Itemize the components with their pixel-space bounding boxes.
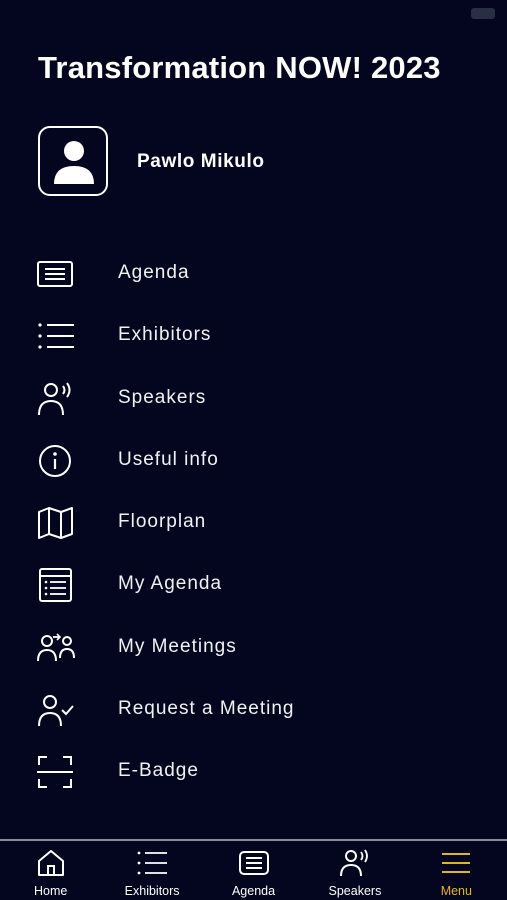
info-icon bbox=[39, 444, 71, 477]
tab-label: Home bbox=[34, 884, 68, 898]
menu-item-exhibitors[interactable]: Exhibitors bbox=[0, 305, 507, 367]
scan-icon bbox=[37, 756, 73, 789]
tab-agenda[interactable]: Agenda bbox=[203, 841, 304, 900]
tab-speakers[interactable]: Speakers bbox=[304, 841, 405, 900]
menu-item-label: My Agenda bbox=[118, 573, 223, 595]
menu-item-floorplan[interactable]: Floorplan bbox=[0, 492, 507, 554]
tab-label: Agenda bbox=[231, 884, 276, 898]
menu-icon bbox=[442, 853, 471, 873]
menu-item-my-agenda[interactable]: My Agenda bbox=[0, 554, 507, 616]
tab-label: Exhibitors bbox=[124, 884, 180, 898]
list-icon bbox=[137, 851, 168, 875]
profile-name: Pawlo Mikulo bbox=[137, 151, 265, 172]
tab-menu[interactable]: Menu bbox=[406, 841, 507, 900]
map-icon bbox=[38, 507, 73, 540]
status-bar bbox=[0, 0, 507, 28]
menu-item-agenda[interactable]: Agenda bbox=[0, 243, 507, 305]
meetings-icon bbox=[37, 633, 75, 661]
agenda-icon bbox=[238, 851, 269, 875]
tab-label: Menu bbox=[440, 884, 472, 898]
menu-item-label: Floorplan bbox=[118, 511, 207, 533]
speaker-icon bbox=[339, 849, 368, 877]
profile-card[interactable]: Pawlo Mikulo bbox=[38, 126, 478, 200]
menu-item-label: Exhibitors bbox=[118, 324, 212, 346]
menu-item-label: My Meetings bbox=[118, 635, 237, 657]
tab-exhibitors[interactable]: Exhibitors bbox=[101, 841, 202, 900]
menu-item-request-meeting[interactable]: Request a Meeting bbox=[0, 679, 507, 741]
menu-item-useful-info[interactable]: Useful info bbox=[0, 430, 507, 492]
home-icon bbox=[37, 850, 64, 876]
tab-home[interactable]: Home bbox=[0, 841, 101, 900]
request-meeting-icon bbox=[38, 695, 74, 727]
page-title: Transformation NOW! 2023 bbox=[38, 50, 441, 85]
battery-icon bbox=[471, 8, 495, 19]
my-agenda-icon bbox=[39, 568, 72, 603]
speaker-icon bbox=[38, 382, 71, 415]
list-icon bbox=[38, 323, 74, 349]
menu-item-my-meetings[interactable]: My Meetings bbox=[0, 617, 507, 679]
menu-item-label: Speakers bbox=[118, 386, 207, 408]
avatar[interactable] bbox=[38, 126, 108, 196]
main-menu: Agenda Exhibitors Speakers Useful info F… bbox=[0, 243, 507, 804]
menu-item-label: Request a Meeting bbox=[118, 698, 295, 720]
menu-item-label: E-Badge bbox=[118, 760, 199, 782]
tab-bar: Home Exhibitors Agenda Speakers Menu bbox=[0, 839, 507, 900]
menu-item-label: Useful info bbox=[118, 448, 219, 470]
agenda-icon bbox=[37, 261, 73, 287]
menu-item-speakers[interactable]: Speakers bbox=[0, 368, 507, 430]
tab-label: Speakers bbox=[328, 884, 382, 898]
person-icon bbox=[54, 141, 94, 184]
menu-item-label: Agenda bbox=[118, 262, 190, 283]
menu-item-e-badge[interactable]: E-Badge bbox=[0, 741, 507, 803]
